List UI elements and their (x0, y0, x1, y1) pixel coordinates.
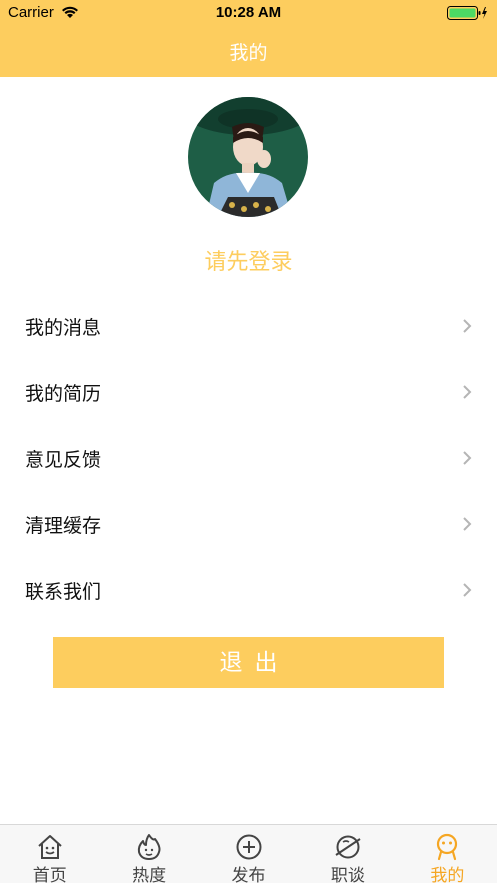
tab-label: 职谈 (330, 866, 365, 883)
planet-icon (335, 835, 361, 859)
menu-item-contact-us[interactable]: 联系我们 (0, 557, 497, 623)
chevron-right-icon (463, 517, 472, 531)
home-icon (38, 835, 62, 859)
tab-career-talk[interactable]: 职谈 (298, 825, 397, 883)
tab-label: 热度 (132, 866, 167, 883)
tab-label: 首页 (32, 866, 67, 883)
menu-item-clear-cache[interactable]: 清理缓存 (0, 491, 497, 557)
login-prompt-link[interactable]: 请先登录 (0, 244, 497, 276)
page-title: 我的 (229, 42, 268, 64)
chevron-right-icon (463, 583, 472, 597)
tab-trending[interactable]: 热度 (99, 825, 198, 883)
tab-bar: 首页 热度 发布 职谈 我的 (0, 824, 497, 883)
menu-item-label: 清理缓存 (25, 515, 102, 537)
avatar-image (188, 97, 308, 217)
flame-icon (137, 834, 161, 860)
menu-item-messages[interactable]: 我的消息 (0, 293, 497, 359)
menu-item-label: 意见反馈 (25, 449, 102, 471)
status-bar: Carrier 10:28 AM (0, 0, 497, 26)
avatar[interactable] (188, 97, 308, 217)
menu-item-label: 联系我们 (25, 581, 102, 603)
menu-item-label: 我的简历 (25, 383, 102, 405)
clock: 10:28 AM (215, 4, 282, 21)
settings-menu: 我的消息 我的简历 意见反馈 清理缓存 联系我们 (0, 293, 497, 623)
menu-item-resume[interactable]: 我的简历 (0, 359, 497, 425)
menu-item-label: 我的消息 (25, 317, 102, 339)
plus-circle-icon (236, 834, 262, 860)
chevron-right-icon (463, 385, 472, 399)
tab-profile[interactable]: 我的 (398, 825, 497, 883)
logout-button[interactable]: 退出 (53, 637, 444, 688)
screen: Carrier 10:28 AM 我的 请先登录 我的消息 我的简历 意见反馈 … (0, 0, 497, 883)
menu-item-feedback[interactable]: 意见反馈 (0, 425, 497, 491)
battery-icon (447, 6, 487, 20)
chevron-right-icon (463, 451, 472, 465)
tab-publish[interactable]: 发布 (199, 825, 298, 883)
profile-icon (437, 833, 458, 861)
header: Carrier 10:28 AM 我的 (0, 0, 497, 77)
tab-label: 我的 (430, 866, 465, 883)
tab-label: 发布 (231, 866, 266, 883)
chevron-right-icon (463, 319, 472, 333)
tab-home[interactable]: 首页 (0, 825, 99, 883)
